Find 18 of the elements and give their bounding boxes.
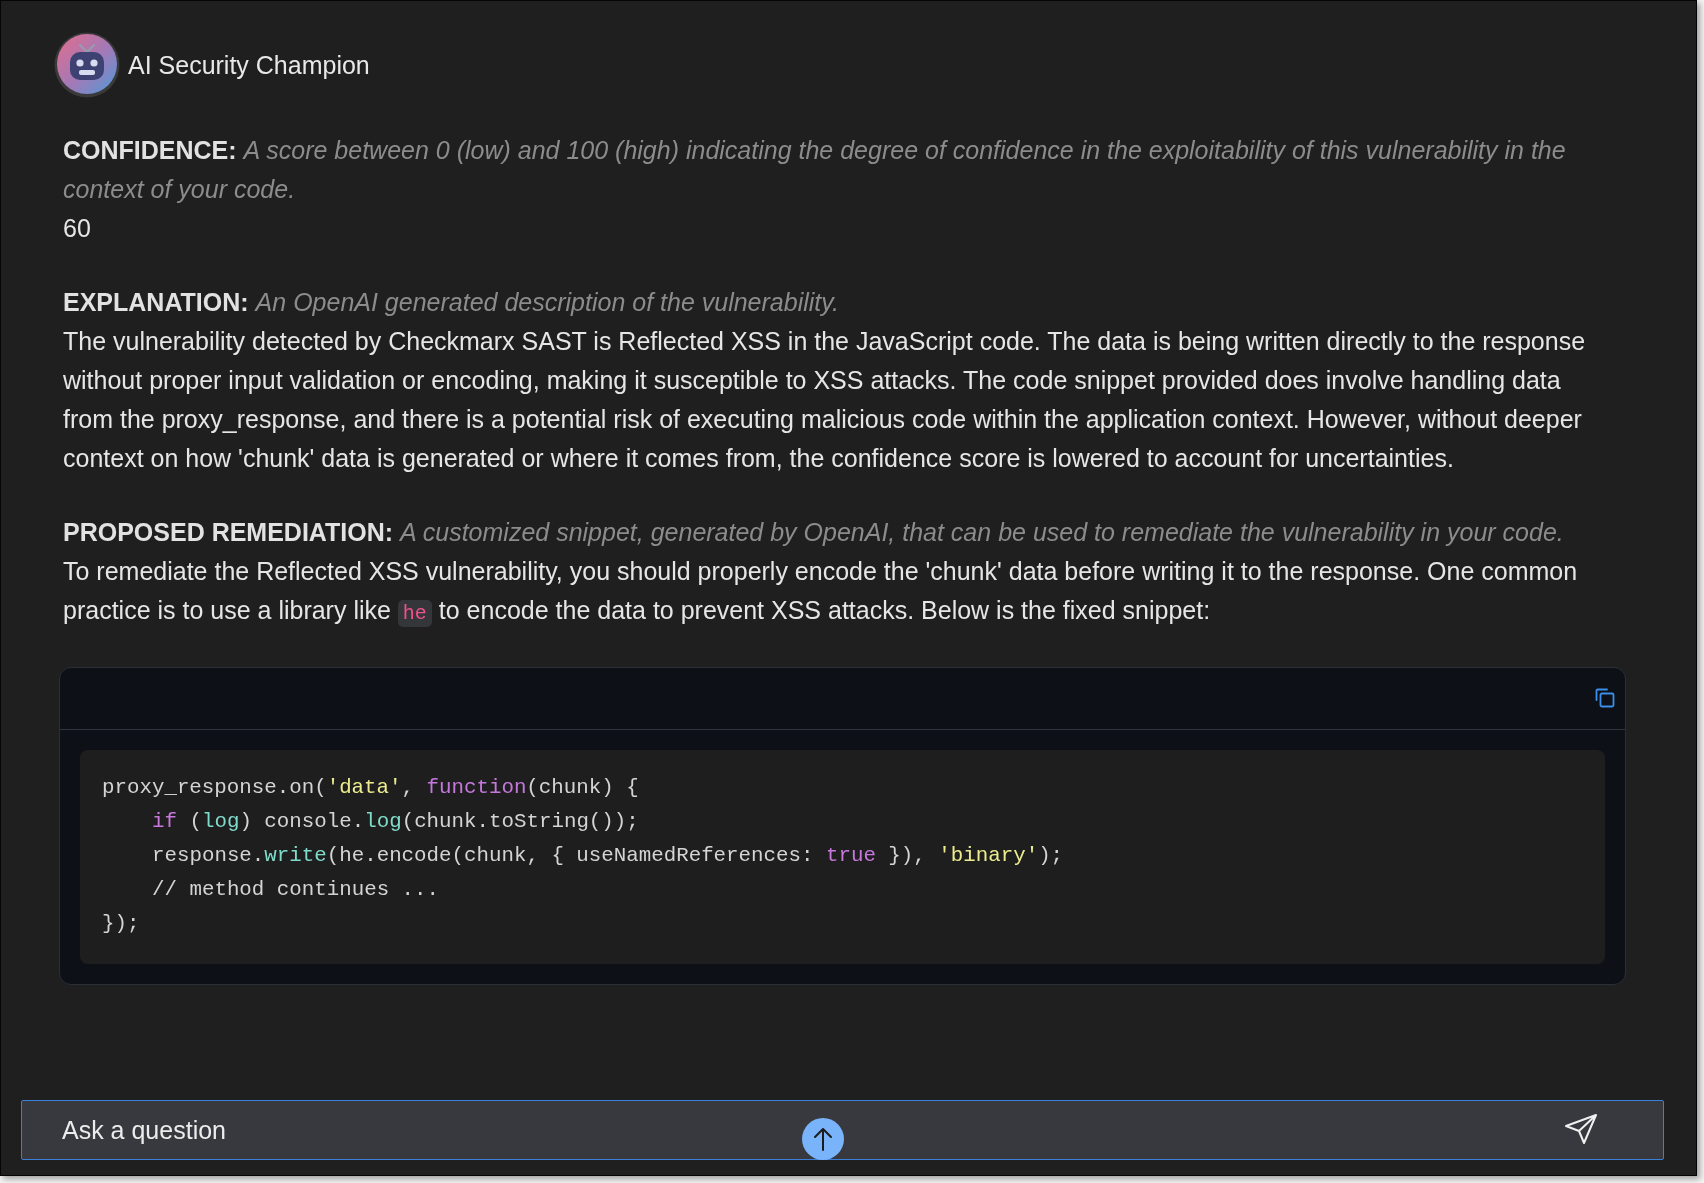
code-line: }); — [102, 911, 140, 937]
section-heading: CONFIDENCE: A score between 0 (low) and 100 (high) indicating the degree of confidence in the exploitability of this vulnerability in the context of your code. — [63, 135, 1567, 205]
code-line: proxy_response.on('data', function(chunk) { — [102, 775, 639, 801]
copy-icon[interactable] — [1595, 687, 1615, 708]
assistant-name: AI Security Champion — [128, 50, 370, 80]
code-line: response.write(he.encode(chunk, { useNamedReferences: true }), 'binary'); — [152, 843, 1064, 869]
code-line: // method continues ... — [152, 877, 440, 903]
send-icon[interactable] — [1565, 1114, 1597, 1144]
section-text: 60 — [63, 213, 92, 244]
question-input[interactable]: Ask a question — [21, 1100, 1664, 1160]
arrow-up-icon — [813, 1127, 833, 1151]
section-text: The vulnerability detected by Checkmarx SAST is Reflected XSS in the JavaScript code. The data is being written directly to the response without proper input validation or encoding, making it susceptible to XSS attacks. The code snippet provided does involve handling data from the proxy_response, and there is a potential risk of executing malicious code within the application context. However, without deeper context on how 'chunk' data is generated or where it comes from, the confidence score is lowered to account for uncertainties. — [63, 326, 1587, 474]
section-heading: PROPOSED REMEDIATION: A customized snippet, generated by OpenAI, that can be used to remediate the vulnerability in your code. — [63, 517, 1565, 548]
code-line: if (log) console.log(chunk.toString()); — [152, 809, 639, 835]
section-heading: EXPLANATION: An OpenAI generated description of the vulnerability. — [63, 287, 840, 318]
robot-avatar-icon — [54, 32, 120, 98]
section-text: To remediate the Reflected XSS vulnerability, you should properly encode the 'chunk' data before writing it to the response. One common practice is to use a library like he to encode the data to prevent XSS attacks. Below is the fixed snippet: — [63, 556, 1579, 629]
inline-code: he — [397, 600, 432, 627]
